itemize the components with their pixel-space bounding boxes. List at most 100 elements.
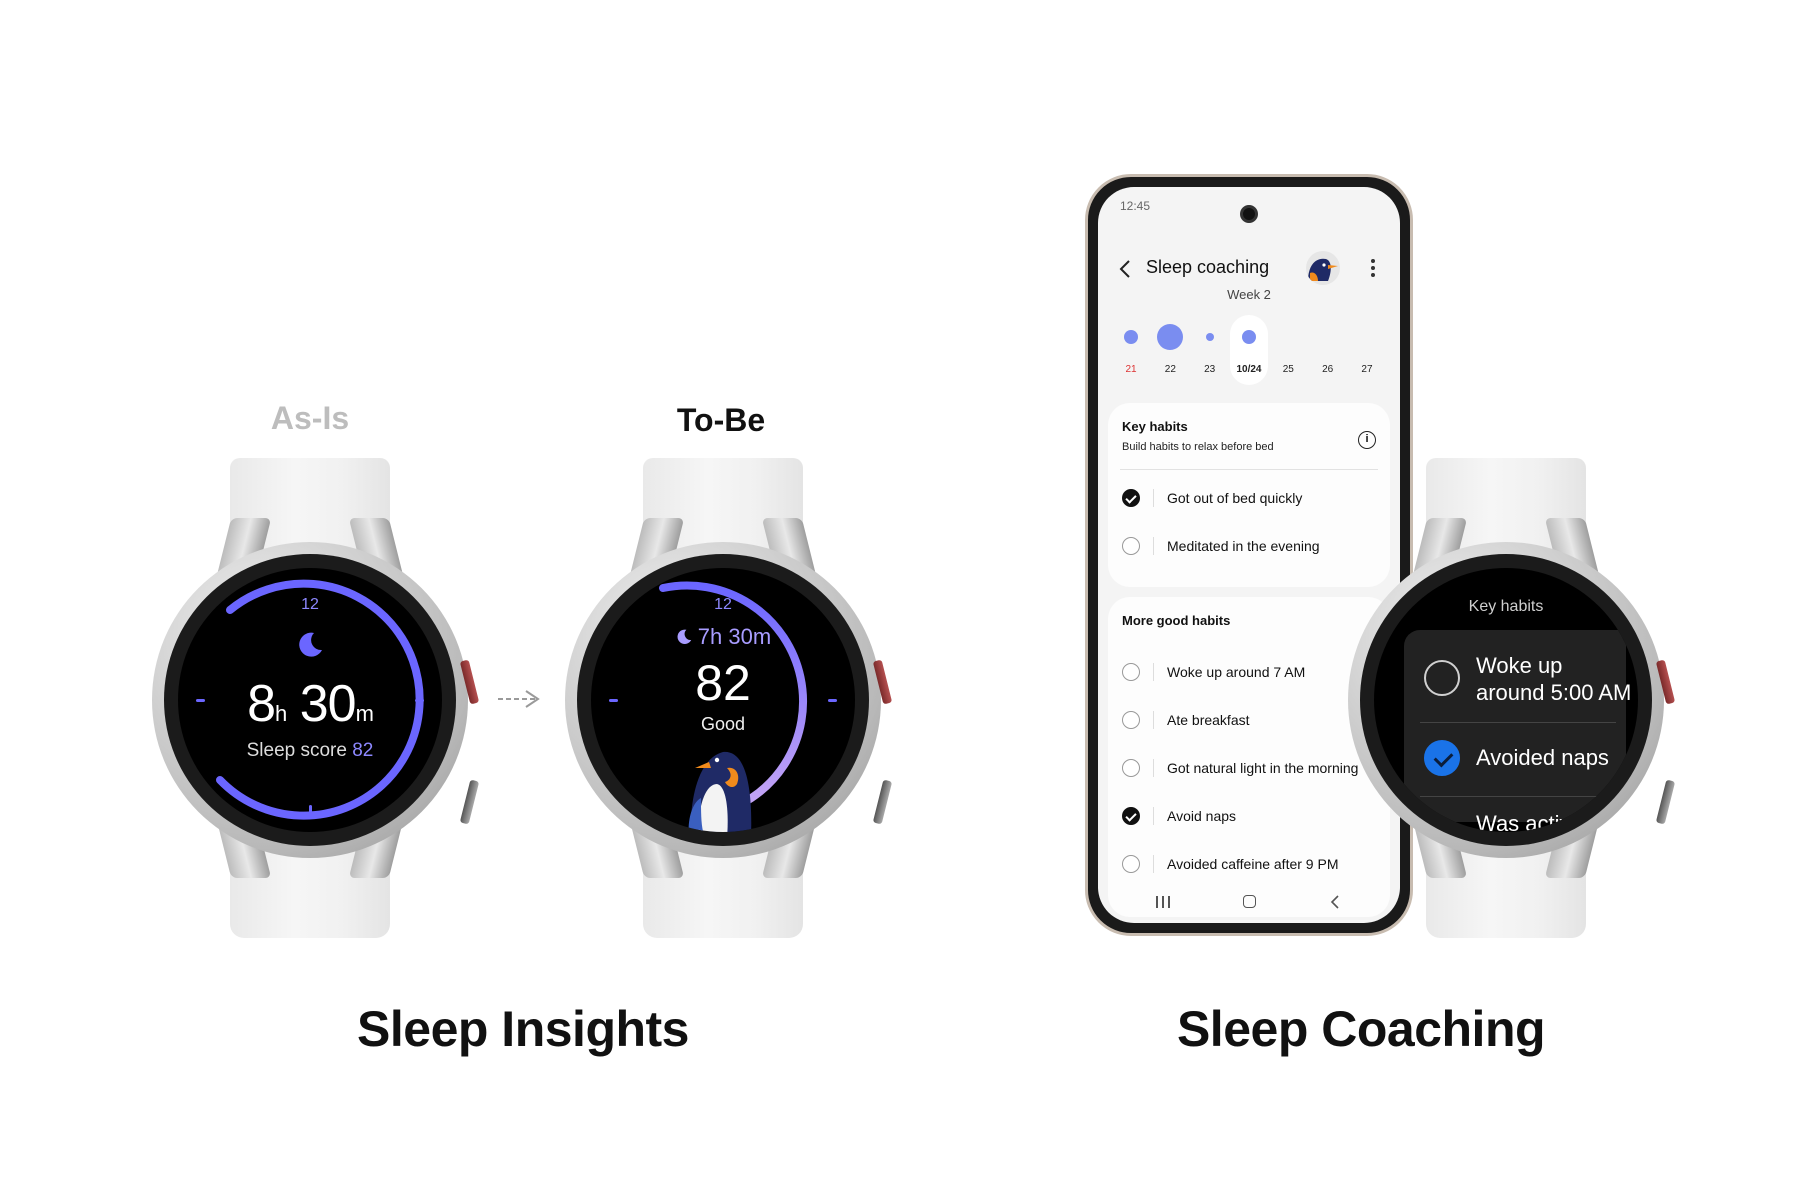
penguin-avatar-icon [1308,258,1338,281]
watch-as-is: 12 8h 30m Sleep score 82 [150,458,480,938]
more-habits-title: More good habits [1122,613,1231,628]
habit-item[interactable]: Woke up around 7 AM [1122,657,1380,687]
avatar[interactable] [1306,251,1340,285]
divider [1153,489,1154,507]
key-habits-subtitle: Build habits to relax before bed [1122,441,1274,453]
dial-tick-6 [309,805,312,814]
watch-habit-item[interactable]: Avoided naps [1424,740,1620,780]
watch-back-button[interactable] [459,779,480,825]
key-habits-title: Key habits [1122,419,1188,434]
checked-circle-icon[interactable] [1122,807,1140,825]
divider [1153,855,1154,873]
watch-screen: 12 8h 30m Sleep score 82 [178,568,442,832]
divider [1420,722,1616,723]
watch-case: Key habits Woke up around 5:00 AM Avoide… [1348,542,1676,858]
day-label: 23 [1204,364,1216,375]
watch-back-button[interactable] [872,779,893,825]
habit-item[interactable]: Got out of bed quickly [1122,483,1380,513]
caption-sleep-coaching: Sleep Coaching [1176,1001,1546,1057]
more-options-icon[interactable] [1370,259,1376,279]
back-icon[interactable] [1116,257,1136,281]
watch-habit-item[interactable]: Woke up around 5:00 AM [1424,652,1631,712]
watch-screen: Key habits Woke up around 5:00 AM Avoide… [1374,568,1638,832]
home-icon[interactable] [1243,895,1256,908]
habit-item[interactable]: Ate breakfast [1122,705,1380,735]
habit-item[interactable]: Got natural light in the morning [1122,753,1380,783]
arrow-right-icon [498,690,540,708]
day-item[interactable]: 22 [1151,315,1189,385]
watch-case: 12 7h 30m 82 Good [565,542,893,858]
unchecked-circle-icon[interactable] [1424,660,1460,696]
sleep-duration: 8h 30m [247,675,374,733]
day-selector: 21 22 23 10/24 25 26 27 [1108,315,1390,385]
to-be-label: To-Be [676,402,766,438]
page-title: Sleep coaching [1146,257,1270,277]
habit-item[interactable]: Meditated in the evening [1122,531,1380,561]
day-item[interactable]: 27 [1348,315,1386,385]
divider [1420,796,1616,797]
habit-label: Got out of bed quickly [1167,490,1303,506]
watch-coaching: Key habits Woke up around 5:00 AM Avoide… [1346,458,1676,938]
watch-screen: 12 7h 30m 82 Good [591,568,855,832]
day-label: 27 [1361,364,1373,375]
day-item[interactable]: 23 [1191,315,1229,385]
watch-case: 12 8h 30m Sleep score 82 [152,542,480,858]
caption-sleep-insights: Sleep Insights [357,1001,689,1057]
watch-habit-list: Woke up around 5:00 AM Avoided naps Was … [1404,630,1631,832]
day-item[interactable]: 25 [1269,315,1307,385]
nav-back-icon[interactable] [1328,893,1342,911]
watch-home-button[interactable] [872,659,893,705]
sleep-score-value: 82 [352,740,374,761]
moon-icon [299,632,322,657]
dial-12-marker: 12 [301,596,319,613]
day-label: 22 [1164,364,1176,375]
watch-habit-item[interactable]: Was active during the [1424,806,1620,832]
day-label: 25 [1282,364,1294,375]
unchecked-circle-icon[interactable] [1122,537,1140,555]
sleep-grade: Good [700,714,746,734]
checked-circle-icon[interactable] [1424,740,1460,776]
unchecked-circle-icon[interactable] [1122,711,1140,729]
recent-apps-icon[interactable] [1156,896,1170,908]
divider [1120,469,1378,470]
divider [1153,711,1154,729]
watch-home-button[interactable] [1655,659,1676,705]
divider [1153,759,1154,777]
unchecked-circle-icon[interactable] [1122,759,1140,777]
habit-item[interactable]: Avoided caffeine after 9 PM [1122,849,1380,879]
checked-circle-icon[interactable] [1122,489,1140,507]
day-label: 26 [1322,364,1334,375]
dial-12-marker: 12 [714,596,732,613]
habit-label: Ate breakfast [1167,712,1250,728]
day-item[interactable]: 26 [1309,315,1347,385]
watch-home-button[interactable] [459,659,480,705]
moon-icon [677,629,691,645]
day-item[interactable]: 21 [1112,315,1150,385]
day-label: 21 [1125,364,1137,375]
sleep-dot [1124,330,1138,344]
unchecked-circle-icon[interactable] [1122,855,1140,873]
habit-item[interactable]: Avoid naps [1122,801,1380,831]
status-bar-time: 12:45 [1120,199,1151,213]
sleep-duration: 7h 30m [591,624,855,650]
as-is-label: As-Is [270,400,350,436]
habit-label: Got natural light in the morning [1167,760,1359,776]
info-icon[interactable]: i [1358,431,1376,449]
day-label: 10/24 [1236,364,1262,375]
front-camera [1240,205,1258,223]
watch-key-habits-title: Key habits [1468,598,1544,615]
sleep-dot [1241,330,1256,344]
sleep-score-line: Sleep score 82 [246,740,374,761]
habit-label: Woke up around 7 AM [1167,664,1306,680]
watch-back-button[interactable] [1655,779,1676,825]
divider [1153,537,1154,555]
app-bar: Sleep coaching [1098,249,1400,289]
sleep-dot [1205,333,1214,341]
habit-label: Meditated in the evening [1167,538,1320,554]
habit-label: Avoided caffeine after 9 PM [1167,856,1339,872]
unchecked-circle-icon[interactable] [1424,820,1460,832]
day-item[interactable]: 10/24 [1229,315,1268,385]
unchecked-circle-icon[interactable] [1122,663,1140,681]
sleep-dot [1157,324,1184,350]
divider [1153,663,1154,681]
